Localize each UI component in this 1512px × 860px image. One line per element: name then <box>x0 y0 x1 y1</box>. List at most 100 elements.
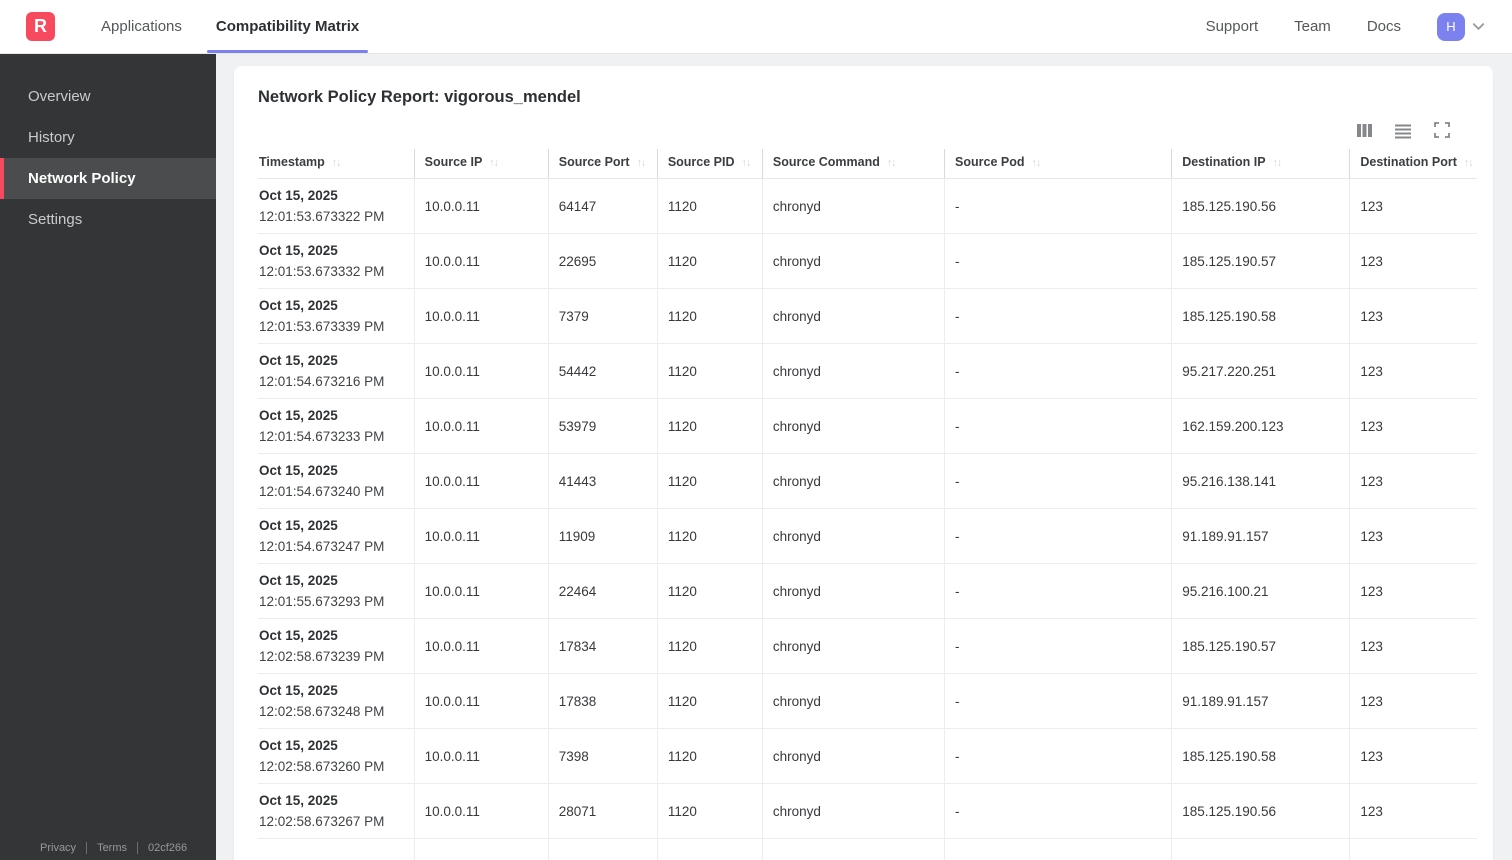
nav-tab-compatibility-matrix[interactable]: Compatibility Matrix <box>206 0 369 53</box>
nav-link-support[interactable]: Support <box>1206 18 1259 35</box>
timestamp-date: Oct 15, 2025 <box>259 855 408 860</box>
nav-links: Support Team Docs <box>1206 18 1437 35</box>
table-row: Oct 15, 2025 12:01:54.673240 PM 10.0.0.11 4… <box>258 453 1477 509</box>
cell-source-command: chronyd <box>761 673 945 729</box>
cell-source-pid: 1120 <box>656 233 763 289</box>
cell-destination-ip: 185.125.190.56 <box>1171 783 1350 839</box>
sidebar-item-overview[interactable]: Overview <box>0 76 216 117</box>
table-row: Oct 15, 2025 12:01:54.673247 PM 10.0.0.11 1… <box>258 508 1477 564</box>
nav-tabs: Applications Compatibility Matrix <box>92 0 384 53</box>
cell-source-port: 11909 <box>547 508 658 564</box>
sort-icon[interactable]: ↑↓ <box>332 157 341 169</box>
terms-link[interactable]: Terms <box>97 842 127 854</box>
cell-source-port: 54442 <box>547 343 658 399</box>
table-row: Oct 15, 2025 12:01:53.673339 PM 10.0.0.11 7… <box>258 288 1477 344</box>
table-toolbar <box>258 121 1451 139</box>
cell-timestamp: Oct 15, 2025 12:01:54.673233 PM <box>258 398 415 454</box>
table-row: Oct 15, 2025 12:02:58.673248 PM 10.0.0.11 1… <box>258 673 1477 729</box>
cell-timestamp: Oct 15, 2025 12:02:58.673267 PM <box>258 783 415 839</box>
cell-source-command: chronyd <box>761 343 945 399</box>
sort-icon[interactable]: ↑↓ <box>742 157 751 169</box>
cell-source-ip: 10.0.0.11 <box>413 508 549 564</box>
cell-source-ip: 10.0.0.11 <box>413 783 549 839</box>
cell-source-command: chronyd <box>761 728 945 784</box>
sort-icon[interactable]: ↑↓ <box>1273 157 1282 169</box>
cell-timestamp: Oct 15, 2025 12:01:54.673216 PM <box>258 343 415 399</box>
nav-tab-applications[interactable]: Applications <box>92 0 191 53</box>
timestamp-time: 12:01:54.673233 PM <box>259 429 385 444</box>
list-view-icon[interactable] <box>1394 121 1412 139</box>
column-label: Source Pod <box>955 155 1025 169</box>
cell-source-command: chronyd <box>761 398 945 454</box>
footer-divider <box>86 842 88 854</box>
timestamp-date: Oct 15, 2025 <box>259 463 338 478</box>
sort-icon[interactable]: ↑↓ <box>887 157 896 169</box>
sidebar-item-network-policy[interactable]: Network Policy <box>0 158 216 199</box>
table-row: Oct 15, 2025 <box>258 838 1477 860</box>
sidebar-item-history[interactable]: History <box>0 117 216 158</box>
sort-icon[interactable]: ↑↓ <box>1032 157 1041 169</box>
cell-source-ip: 10.0.0.11 <box>413 673 549 729</box>
cell-source-pod: - <box>944 288 1172 344</box>
avatar[interactable]: H <box>1437 12 1465 41</box>
cell-destination-port <box>1349 838 1477 860</box>
cell-source-pod: - <box>944 728 1172 784</box>
cell-destination-ip: 185.125.190.58 <box>1171 288 1350 344</box>
nav-link-docs[interactable]: Docs <box>1367 18 1401 35</box>
sidebar-item-settings[interactable]: Settings <box>0 199 216 240</box>
cell-destination-ip: 185.125.190.58 <box>1171 728 1350 784</box>
column-header-destination-ip[interactable]: Destination IP ↑↓ <box>1171 149 1350 179</box>
timestamp-date: Oct 15, 2025 <box>259 243 338 258</box>
sort-icon[interactable]: ↑↓ <box>489 157 498 169</box>
column-header-source-port[interactable]: Source Port ↑↓ <box>547 149 658 179</box>
cell-source-pod: - <box>944 343 1172 399</box>
privacy-link[interactable]: Privacy <box>40 842 76 854</box>
cell-destination-ip: 95.216.100.21 <box>1171 563 1350 619</box>
cell-timestamp: Oct 15, 2025 12:02:58.673260 PM <box>258 728 415 784</box>
cell-source-pid: 1120 <box>656 508 763 564</box>
cell-timestamp: Oct 15, 2025 12:01:53.673339 PM <box>258 288 415 344</box>
cell-source-ip: 10.0.0.11 <box>413 453 549 509</box>
column-label: Destination IP <box>1182 155 1266 169</box>
cell-source-ip: 10.0.0.11 <box>413 288 549 344</box>
column-header-timestamp[interactable]: Timestamp ↑↓ <box>258 149 415 179</box>
network-policy-table: Timestamp ↑↓ Source IP ↑↓ Source Port ↑↓ Sourc… <box>258 149 1477 860</box>
nav-right: Support Team Docs H <box>1206 12 1486 41</box>
sort-icon[interactable]: ↑↓ <box>637 157 646 169</box>
chevron-down-icon[interactable] <box>1471 19 1486 34</box>
timestamp-time: 12:01:53.673322 PM <box>259 209 385 224</box>
app-logo[interactable]: R <box>26 12 55 41</box>
nav-link-team[interactable]: Team <box>1294 18 1331 35</box>
sort-icon[interactable]: ↑↓ <box>1464 157 1473 169</box>
cell-source-command: chronyd <box>761 618 945 674</box>
cell-source-pid: 1120 <box>656 343 763 399</box>
sidebar: Overview History Network Policy Settings Pr… <box>0 54 216 860</box>
table-row: Oct 15, 2025 12:02:58.673267 PM 10.0.0.11 2… <box>258 783 1477 839</box>
column-header-source-command[interactable]: Source Command ↑↓ <box>761 149 945 179</box>
cell-destination-port: 123 <box>1349 233 1477 289</box>
cell-source-pid: 1120 <box>656 618 763 674</box>
timestamp-time: 12:02:58.673267 PM <box>259 814 385 829</box>
column-label: Source IP <box>424 155 483 169</box>
cell-destination-port: 123 <box>1349 563 1477 619</box>
cell-destination-ip: 162.159.200.123 <box>1171 398 1350 454</box>
cell-source-port: 64147 <box>547 178 658 234</box>
table-row: Oct 15, 2025 12:01:53.673332 PM 10.0.0.11 2… <box>258 233 1477 289</box>
table-row: Oct 15, 2025 12:02:58.673260 PM 10.0.0.11 7… <box>258 728 1477 784</box>
cell-destination-port: 123 <box>1349 673 1477 729</box>
cell-source-command: chronyd <box>761 178 945 234</box>
table-row: Oct 15, 2025 12:01:54.673216 PM 10.0.0.11 5… <box>258 343 1477 399</box>
timestamp-time: 12:02:58.673239 PM <box>259 649 385 664</box>
cell-source-pid <box>656 838 763 860</box>
cell-source-pid: 1120 <box>656 288 763 344</box>
timestamp-time: 12:01:55.673293 PM <box>259 594 385 609</box>
columns-view-icon[interactable] <box>1355 121 1373 139</box>
fullscreen-icon[interactable] <box>1433 121 1451 139</box>
cell-source-port: 22464 <box>547 563 658 619</box>
column-header-source-ip[interactable]: Source IP ↑↓ <box>413 149 549 179</box>
column-header-source-pod[interactable]: Source Pod ↑↓ <box>944 149 1172 179</box>
top-nav: R Applications Compatibility Matrix Suppo… <box>0 0 1512 54</box>
cell-timestamp: Oct 15, 2025 <box>258 838 415 860</box>
column-header-source-pid[interactable]: Source PID ↑↓ <box>656 149 763 179</box>
column-header-destination-port[interactable]: Destination Port ↑↓ <box>1349 149 1477 179</box>
